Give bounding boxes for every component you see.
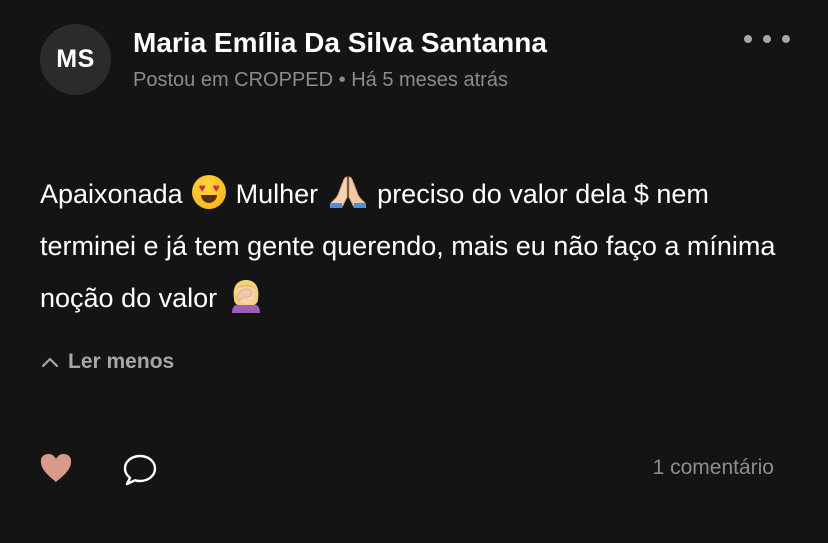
- post-time: Há 5 meses atrás: [351, 69, 508, 91]
- meta-separator: •: [338, 69, 346, 91]
- woman-facepalming-emoji-icon: [231, 280, 260, 313]
- post-meta: Postou em CROPPED • Há 5 meses atrás: [133, 69, 508, 92]
- ellipsis-icon: [782, 35, 790, 43]
- group-link[interactable]: CROPPED: [234, 69, 333, 91]
- post-text-segment: Apaixonada: [40, 179, 191, 209]
- ellipsis-icon: [744, 35, 752, 43]
- heart-icon[interactable]: [39, 452, 73, 484]
- comment-count-link[interactable]: 1 comentário: [653, 456, 774, 480]
- avatar[interactable]: MS: [40, 24, 111, 95]
- posted-in-prefix: Postou em: [133, 69, 229, 91]
- author-name[interactable]: Maria Emília Da Silva Santanna: [133, 27, 547, 59]
- post-text-segment: Mulher: [228, 179, 326, 209]
- folded-hands-emoji-icon: [329, 176, 366, 208]
- speech-bubble-icon[interactable]: [122, 453, 158, 487]
- heart-eyes-emoji-icon: ♥ ♥: [192, 175, 227, 209]
- read-less-label: Ler menos: [68, 350, 175, 373]
- ellipsis-icon: [763, 35, 771, 43]
- more-options-button[interactable]: [744, 28, 790, 50]
- avatar-initials: MS: [56, 45, 95, 73]
- post-body: Apaixonada ♥ ♥ Mulher preciso do valor de…: [40, 168, 780, 324]
- chevron-up-icon: [41, 357, 59, 368]
- post-card: MS Maria Emília Da Silva Santanna Postou…: [0, 0, 828, 543]
- read-less-button[interactable]: Ler menos: [40, 350, 174, 374]
